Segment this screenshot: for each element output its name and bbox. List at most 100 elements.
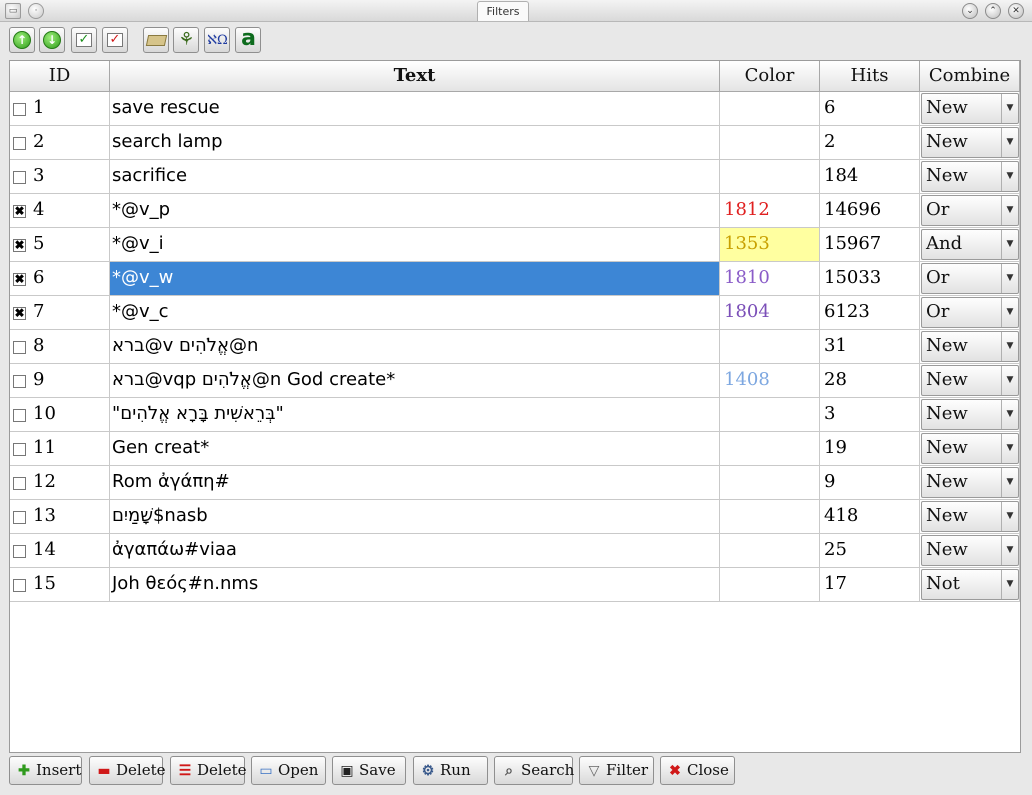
- combine-select[interactable]: Or ▼: [921, 263, 1019, 294]
- header-id[interactable]: ID: [10, 61, 110, 92]
- dropdown-arrow-icon[interactable]: ▼: [1001, 570, 1018, 599]
- row-checkbox[interactable]: [13, 341, 26, 354]
- cell-text[interactable]: *@v_c: [110, 296, 720, 330]
- cell-id[interactable]: 12: [10, 466, 110, 500]
- window-sticky-icon[interactable]: ·: [28, 3, 44, 19]
- cell-color[interactable]: [720, 398, 820, 432]
- cell-id[interactable]: 8: [10, 330, 110, 364]
- row-checkbox[interactable]: [13, 477, 26, 490]
- cell-id[interactable]: 1: [10, 92, 110, 126]
- cell-id[interactable]: 15: [10, 568, 110, 602]
- search-button[interactable]: ⌕ Search: [494, 756, 574, 785]
- combine-select[interactable]: And ▼: [921, 229, 1019, 260]
- cell-id[interactable]: ✖ 7: [10, 296, 110, 330]
- cell-text[interactable]: Rom ἀγάπη#: [110, 466, 720, 500]
- row-checkbox[interactable]: ✖: [13, 307, 26, 320]
- dropdown-arrow-icon[interactable]: ▼: [1001, 434, 1018, 463]
- cell-id[interactable]: ✖ 5: [10, 228, 110, 262]
- table-row[interactable]: 12 Rom ἀγάπη# 9 New ▼: [10, 466, 1020, 500]
- cell-id[interactable]: 10: [10, 398, 110, 432]
- combine-select[interactable]: New ▼: [921, 365, 1019, 396]
- cell-text[interactable]: "בְּרֵאשִׁית בָּרָא אֱלֹהִים": [110, 398, 720, 432]
- cell-text[interactable]: *@v_i: [110, 228, 720, 262]
- delete-button[interactable]: ▬ Delete: [89, 756, 165, 785]
- run-button[interactable]: ⚙ Run: [413, 756, 488, 785]
- cell-id[interactable]: 2: [10, 126, 110, 160]
- cell-text[interactable]: ברא@vqp אֱלֹהִים@n God create*: [110, 364, 720, 398]
- table-row[interactable]: 11 Gen creat* 19 New ▼: [10, 432, 1020, 466]
- cell-id[interactable]: ✖ 4: [10, 194, 110, 228]
- window-menu-icon[interactable]: ▭: [5, 3, 21, 19]
- cell-id[interactable]: ✖ 6: [10, 262, 110, 296]
- row-checkbox[interactable]: ✖: [13, 273, 26, 286]
- cell-color[interactable]: 1353: [720, 228, 820, 262]
- table-row[interactable]: 1 save rescue 6 New ▼: [10, 92, 1020, 126]
- cell-color[interactable]: 1812: [720, 194, 820, 228]
- cell-text[interactable]: Joh θεός#n.nms: [110, 568, 720, 602]
- insert-button[interactable]: ✚ Insert: [9, 756, 82, 785]
- combine-select[interactable]: New ▼: [921, 399, 1019, 430]
- dropdown-arrow-icon[interactable]: ▼: [1001, 502, 1018, 531]
- cell-color[interactable]: [720, 432, 820, 466]
- row-checkbox[interactable]: [13, 545, 26, 558]
- combine-select[interactable]: Not ▼: [921, 569, 1019, 600]
- cell-color[interactable]: [720, 466, 820, 500]
- row-checkbox[interactable]: [13, 375, 26, 388]
- table-row[interactable]: 8 ברא@v אֱלֹהִים@n 31 New ▼: [10, 330, 1020, 364]
- dropdown-arrow-icon[interactable]: ▼: [1001, 468, 1018, 497]
- cell-text[interactable]: ἀγαπάω#viaa: [110, 534, 720, 568]
- table-row[interactable]: 3 sacrifice 184 New ▼: [10, 160, 1020, 194]
- cell-color[interactable]: [720, 568, 820, 602]
- table-row[interactable]: 9 ברא@vqp אֱלֹהִים@n God create* 1408 28 New…: [10, 364, 1020, 398]
- move-up-button[interactable]: ↑: [9, 27, 35, 53]
- cell-color[interactable]: [720, 92, 820, 126]
- maximize-icon[interactable]: ⌃: [985, 3, 1001, 19]
- move-down-button[interactable]: ↓: [39, 27, 65, 53]
- header-combine[interactable]: Combine: [920, 61, 1020, 92]
- row-checkbox[interactable]: ✖: [13, 205, 26, 218]
- alef-omega-button[interactable]: ℵΩ: [204, 27, 230, 53]
- letter-a-button[interactable]: a: [235, 27, 261, 53]
- table-row[interactable]: ✖ 5 *@v_i 1353 15967 And ▼: [10, 228, 1020, 262]
- table-row[interactable]: 2 search lamp 2 New ▼: [10, 126, 1020, 160]
- combine-select[interactable]: New ▼: [921, 501, 1019, 532]
- row-checkbox[interactable]: [13, 579, 26, 592]
- check-all-button[interactable]: ✓: [71, 27, 97, 53]
- cell-color[interactable]: [720, 534, 820, 568]
- save-button[interactable]: ▣ Save: [332, 756, 406, 785]
- header-hits[interactable]: Hits: [820, 61, 920, 92]
- dropdown-arrow-icon[interactable]: ▼: [1001, 264, 1018, 293]
- table-row[interactable]: 15 Joh θεός#n.nms 17 Not ▼: [10, 568, 1020, 602]
- filter-button[interactable]: ▽ Filter: [579, 756, 654, 785]
- dropdown-arrow-icon[interactable]: ▼: [1001, 162, 1018, 191]
- cell-text[interactable]: *@v_p: [110, 194, 720, 228]
- cell-text[interactable]: sacrifice: [110, 160, 720, 194]
- open-button[interactable]: ▭ Open: [251, 756, 326, 785]
- delete-all-button[interactable]: ☰ Delete: [170, 756, 246, 785]
- combine-select[interactable]: New ▼: [921, 433, 1019, 464]
- combine-select[interactable]: New ▼: [921, 467, 1019, 498]
- table-row[interactable]: ✖ 4 *@v_p 1812 14696 Or ▼: [10, 194, 1020, 228]
- row-checkbox[interactable]: ✖: [13, 239, 26, 252]
- cell-id[interactable]: 3: [10, 160, 110, 194]
- cell-color[interactable]: 1804: [720, 296, 820, 330]
- uncheck-all-button[interactable]: ✓: [102, 27, 128, 53]
- cell-text[interactable]: ברא@v אֱלֹהִים@n: [110, 330, 720, 364]
- dropdown-arrow-icon[interactable]: ▼: [1001, 400, 1018, 429]
- cell-color[interactable]: [720, 160, 820, 194]
- dropdown-arrow-icon[interactable]: ▼: [1001, 332, 1018, 361]
- combine-select[interactable]: Or ▼: [921, 297, 1019, 328]
- table-row[interactable]: ✖ 7 *@v_c 1804 6123 Or ▼: [10, 296, 1020, 330]
- cell-id[interactable]: 14: [10, 534, 110, 568]
- cell-text[interactable]: Gen creat*: [110, 432, 720, 466]
- cell-text[interactable]: *@v_w: [110, 262, 720, 296]
- dropdown-arrow-icon[interactable]: ▼: [1001, 128, 1018, 157]
- close-button[interactable]: ✖ Close: [660, 756, 735, 785]
- combine-select[interactable]: New ▼: [921, 161, 1019, 192]
- tree-button[interactable]: ⚘: [173, 27, 199, 53]
- cell-color[interactable]: 1408: [720, 364, 820, 398]
- cell-color[interactable]: [720, 500, 820, 534]
- cell-color[interactable]: [720, 330, 820, 364]
- combine-select[interactable]: New ▼: [921, 331, 1019, 362]
- cell-id[interactable]: 11: [10, 432, 110, 466]
